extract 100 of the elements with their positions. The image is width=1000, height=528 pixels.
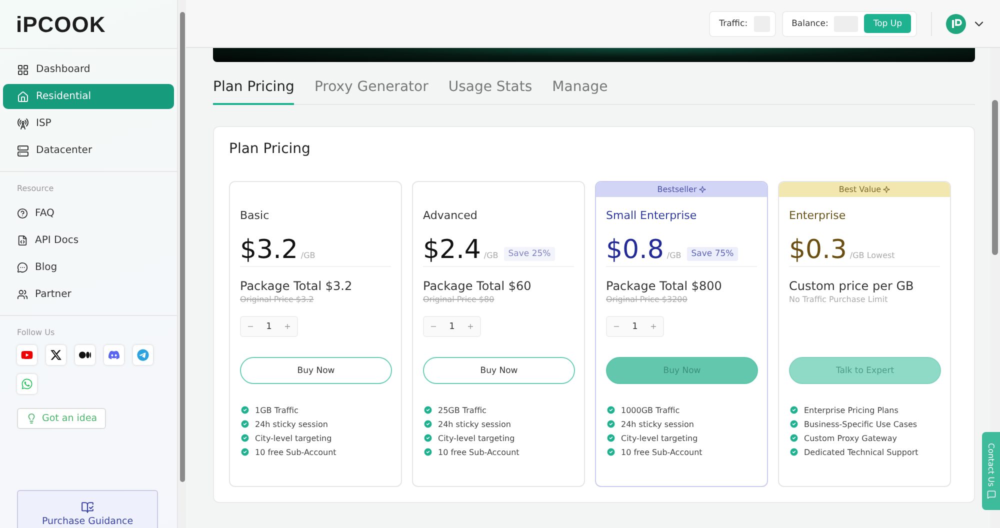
balance-label: Balance: (792, 18, 828, 28)
plan-price: $0.3 (789, 236, 847, 264)
whatsapp-icon[interactable] (17, 374, 37, 394)
plan-name: Advanced (423, 209, 478, 222)
tab[interactable]: Usage Stats (448, 79, 532, 105)
help-icon (17, 208, 28, 219)
server-icon (17, 144, 29, 156)
scrollbar[interactable] (178, 0, 186, 528)
message-icon (986, 490, 996, 500)
nav-item[interactable]: Partner (3, 282, 174, 307)
check-icon (240, 419, 250, 429)
feature-text: 10 free Sub-Account (255, 448, 336, 456)
discord-icon[interactable] (104, 345, 124, 365)
price-unit: /GB (300, 251, 316, 262)
original-price: Original Price $80 (423, 295, 496, 304)
quantity-value: 1 (266, 322, 272, 332)
package-total: Package Total $60 (423, 279, 532, 293)
package-total: Package Total $3.2 (240, 279, 354, 293)
tab[interactable]: Plan Pricing (213, 79, 294, 105)
feature-text: Custom Proxy Gateway (804, 434, 897, 442)
quantity-value: 1 (632, 322, 638, 332)
contact-label: Contact Us (986, 442, 996, 486)
nav-item[interactable]: Blog (3, 255, 174, 280)
nav-item[interactable]: API Docs (3, 228, 174, 253)
sparkle-icon (883, 186, 890, 193)
feature-text: Enterprise Pricing Plans (804, 406, 898, 414)
feature-text: 24h sticky session (255, 420, 328, 428)
x-icon[interactable] (46, 345, 66, 365)
buy-button[interactable]: Buy Now (240, 357, 392, 384)
check-icon (423, 419, 433, 429)
feature-text: 1GB Traffic (255, 406, 298, 414)
feature-text: City-level targeting (438, 434, 515, 442)
youtube-icon[interactable] (17, 345, 37, 365)
save-tag: Save 75% (687, 247, 738, 261)
plan-name: Enterprise (789, 209, 847, 222)
save-tag: Save 25% (504, 247, 555, 261)
check-icon (789, 405, 799, 415)
check-icon (606, 447, 616, 457)
plan-name: Small Enterprise (606, 209, 698, 222)
check-icon (789, 447, 799, 457)
check-icon (606, 405, 616, 415)
logo[interactable]: iPCOOK (0, 0, 177, 49)
nav-item[interactable]: FAQ (3, 201, 174, 226)
tab[interactable]: Proxy Generator (314, 79, 428, 105)
price-unit: /GB Lowest (850, 251, 895, 262)
plan-name: Basic (240, 209, 270, 222)
guidance-card[interactable]: Purchase Guidance (17, 490, 158, 528)
medium-icon[interactable] (75, 345, 95, 365)
check-icon (606, 419, 616, 429)
price-unit: /GB (666, 251, 682, 262)
feature-text: 25GB Traffic (438, 406, 486, 414)
tab[interactable]: Manage (552, 79, 608, 105)
plan-price: $3.2 (240, 236, 298, 264)
panel-title: Plan Pricing (229, 141, 312, 157)
chat-icon (17, 262, 28, 273)
guidance-label: Purchase Guidance (42, 516, 134, 527)
plan-price: $2.4 (423, 236, 481, 264)
buy-button[interactable]: Buy Now (423, 357, 575, 384)
check-icon (240, 433, 250, 443)
book-icon (81, 501, 94, 514)
plan-badge: Bestseller (596, 182, 767, 197)
check-icon (423, 433, 433, 443)
original-price: Original Price $3.2 (240, 295, 315, 304)
check-icon (789, 433, 799, 443)
plan-note: No Traffic Purchase Limit (789, 295, 889, 304)
users-icon (17, 289, 28, 300)
avatar-icon[interactable] (946, 14, 966, 34)
feature-text: 24h sticky session (621, 420, 694, 428)
traffic-label: Traffic: (719, 18, 748, 28)
nav-item[interactable]: Dashboard (3, 57, 174, 82)
package-total: Custom price per GB (789, 279, 915, 293)
feature-text: Business-Specific Use Cases (804, 420, 918, 428)
price-unit: /GB (484, 251, 498, 262)
section-heading: Follow Us (16, 327, 56, 339)
nav-item[interactable]: ISP (3, 111, 174, 136)
check-icon (789, 419, 799, 429)
nav-item[interactable]: Datacenter (3, 138, 174, 163)
check-icon (423, 405, 433, 415)
section-heading: Resource (16, 183, 55, 195)
feature-text: 10 free Sub-Account (438, 448, 520, 456)
check-icon (606, 433, 616, 443)
feature-text: City-level targeting (621, 434, 698, 442)
package-total: Package Total $800 (606, 279, 723, 293)
feature-text: 1000GB Traffic (621, 406, 680, 414)
feature-text: 10 free Sub-Account (621, 448, 702, 456)
feature-text: 24h sticky session (438, 420, 511, 428)
feature-text: Dedicated Technical Support (804, 448, 918, 456)
document-icon (17, 235, 28, 246)
telegram-icon[interactable] (133, 345, 153, 365)
feature-text: City-level targeting (255, 434, 332, 442)
plan-badge: Best Value (779, 182, 950, 197)
original-price: Original Price $3200 (606, 295, 688, 304)
check-icon (423, 447, 433, 457)
lightbulb-icon (26, 413, 37, 424)
tower-icon (17, 118, 29, 130)
plan-price: $0.8 (606, 236, 664, 264)
house-icon (17, 90, 29, 102)
check-icon (240, 405, 250, 415)
check-icon (240, 447, 250, 457)
sparkle-icon (698, 186, 706, 193)
